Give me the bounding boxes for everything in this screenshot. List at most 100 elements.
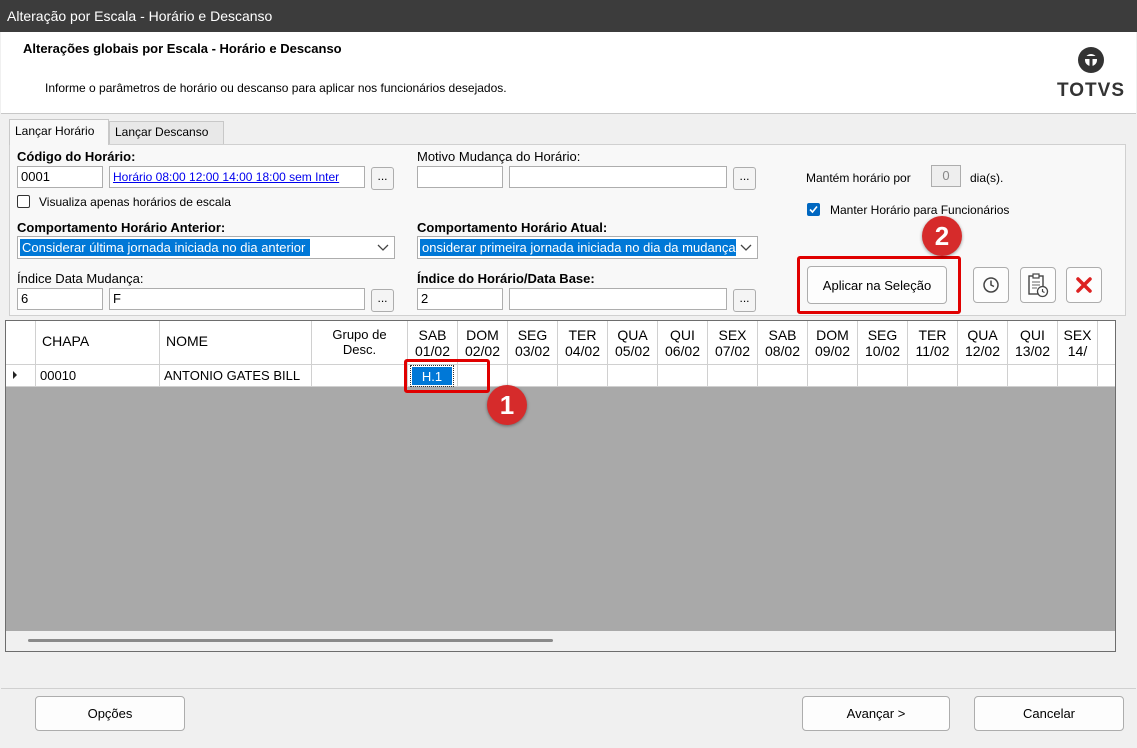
cell-day[interactable]: [708, 365, 758, 387]
footer-divider: [1, 688, 1136, 689]
manter-horario-checkbox[interactable]: [807, 203, 820, 216]
cell-nome[interactable]: ANTONIO GATES BILL: [160, 365, 312, 387]
opcoes-button[interactable]: Opções: [35, 696, 185, 731]
chevron-down-icon: [377, 244, 389, 251]
cell-day[interactable]: [858, 365, 908, 387]
close-icon: [1076, 277, 1092, 293]
chevron-down-icon: [740, 244, 752, 251]
window-title: Alteração por Escala - Horário e Descans…: [7, 8, 273, 24]
codigo-horario-label: Código do Horário:: [17, 149, 136, 164]
scrollbar-thumb[interactable]: [28, 639, 553, 642]
column-header-day-14[interactable]: QUA 12/02: [958, 321, 1008, 365]
indice-horario-input[interactable]: 2: [417, 288, 503, 310]
cancelar-button[interactable]: Cancelar: [974, 696, 1124, 731]
column-header-day-9[interactable]: SEX 07/02: [708, 321, 758, 365]
indice-data-desc-input[interactable]: F: [109, 288, 365, 310]
column-header-line1: SEX: [718, 327, 747, 343]
mantem-horario-days-input[interactable]: 0: [931, 165, 961, 187]
tab-label: Lançar Horário: [15, 124, 95, 138]
table-row[interactable]: 00010 ANTONIO GATES BILL H.1: [6, 365, 1115, 387]
column-header-label: NOME: [166, 333, 208, 349]
cell-day[interactable]: [508, 365, 558, 387]
cell-day[interactable]: [1008, 365, 1058, 387]
column-header-line1: TER: [918, 327, 947, 343]
cell-chapa[interactable]: 00010: [36, 365, 160, 387]
remove-button[interactable]: [1066, 267, 1102, 303]
column-header-day-16[interactable]: SEX 14/: [1058, 321, 1098, 365]
cell-day[interactable]: [658, 365, 708, 387]
column-header-line1: QUI: [670, 327, 695, 343]
tab-lancar-descanso[interactable]: Lançar Descanso: [109, 121, 224, 144]
cell-day[interactable]: [1058, 365, 1098, 387]
column-header-day-8[interactable]: QUI 06/02: [658, 321, 708, 365]
column-header-grupo-desc[interactable]: Grupo de Desc.: [312, 321, 408, 365]
column-header-day-15[interactable]: QUI 13/02: [1008, 321, 1058, 365]
history-button[interactable]: [973, 267, 1009, 303]
cell-day[interactable]: [958, 365, 1008, 387]
column-header-day-5[interactable]: SEG 03/02: [508, 321, 558, 365]
visualiza-escala-checkbox[interactable]: [17, 195, 30, 208]
column-header-line2: 03/02: [514, 343, 551, 359]
indice-data-lookup-button[interactable]: ...: [371, 289, 394, 312]
codigo-horario-description-link[interactable]: Horário 08:00 12:00 14:00 18:00 sem Inte…: [109, 166, 365, 188]
indice-horario-desc-input[interactable]: [509, 288, 727, 310]
comp-atual-selected: onsiderar primeira jornada iniciada no d…: [420, 239, 736, 256]
clipboard-clock-icon: [1028, 273, 1049, 298]
column-header-line2: 13/02: [1014, 343, 1051, 359]
tab-lancar-horario[interactable]: Lançar Horário: [9, 119, 109, 145]
column-header-line2: 08/02: [764, 343, 801, 359]
annotation-badge-2: 2: [922, 216, 962, 256]
avancar-label: Avançar >: [846, 706, 906, 721]
horizontal-scrollbar[interactable]: [6, 631, 1115, 651]
column-header-day-10[interactable]: SAB 08/02: [758, 321, 808, 365]
column-header-line2: 05/02: [614, 343, 651, 359]
cell-day[interactable]: [758, 365, 808, 387]
tab-label: Lançar Descanso: [115, 125, 209, 139]
cell-grupo-desc[interactable]: [312, 365, 408, 387]
column-header-day-7[interactable]: QUA 05/02: [608, 321, 658, 365]
cell-day[interactable]: [558, 365, 608, 387]
column-header-chapa[interactable]: CHAPA: [36, 321, 160, 365]
codigo-horario-input[interactable]: 0001: [17, 166, 103, 188]
comp-atual-select[interactable]: onsiderar primeira jornada iniciada no d…: [417, 236, 758, 259]
column-header-line2: 12/02: [964, 343, 1001, 359]
motivo-mudanca-desc-input[interactable]: [509, 166, 727, 188]
comp-anterior-select[interactable]: Considerar última jornada iniciada no di…: [17, 236, 395, 259]
column-header-day-6[interactable]: TER 04/02: [558, 321, 608, 365]
comp-anterior-selected: Considerar última jornada iniciada no di…: [20, 239, 310, 256]
schedule-clipboard-button[interactable]: [1020, 267, 1056, 303]
column-header-line1: QUA: [967, 327, 998, 343]
mantem-horario-unit: dia(s).: [970, 171, 1004, 185]
cell-day[interactable]: [608, 365, 658, 387]
column-header-day-11[interactable]: DOM 09/02: [808, 321, 858, 365]
column-header-day-13[interactable]: TER 11/02: [908, 321, 958, 365]
column-header-line2: 01/02: [414, 343, 451, 359]
cell-day[interactable]: [808, 365, 858, 387]
grid-header: CHAPA NOME Grupo de Desc. SAB 01/02 DOM 02/02 SE…: [6, 321, 1115, 365]
column-header-day-12[interactable]: SEG 10/02: [858, 321, 908, 365]
column-header-label: CHAPA: [42, 333, 90, 349]
indice-data-label: Índice Data Mudança:: [17, 271, 144, 286]
header-subtitle: Informe o parâmetros de horário ou desca…: [45, 81, 507, 95]
row-indicator[interactable]: [6, 365, 36, 387]
cell-day[interactable]: [908, 365, 958, 387]
column-header-line2: 11/02: [915, 343, 950, 359]
column-header-nome[interactable]: NOME: [160, 321, 312, 365]
highlight-box-2: [797, 256, 961, 314]
codigo-horario-lookup-button[interactable]: ...: [371, 167, 394, 190]
row-pointer-icon: [13, 371, 17, 379]
indice-data-input[interactable]: 6: [17, 288, 103, 310]
totvs-logo-icon: [1078, 47, 1104, 73]
column-header-line1: SEG: [867, 327, 898, 343]
column-header-line1: QUA: [617, 327, 648, 343]
mantem-horario-label: Mantém horário por: [806, 171, 911, 185]
window-titlebar: Alteração por Escala - Horário e Descans…: [0, 0, 1137, 32]
column-header-line2: 07/02: [714, 343, 751, 359]
employee-schedule-grid[interactable]: CHAPA NOME Grupo de Desc. SAB 01/02 DOM 02/02 SE…: [5, 320, 1116, 652]
indice-horario-lookup-button[interactable]: ...: [733, 289, 756, 312]
column-header-line2: 06/02: [664, 343, 701, 359]
motivo-mudanca-code-input[interactable]: [417, 166, 503, 188]
avancar-button[interactable]: Avançar >: [802, 696, 950, 731]
column-header-line1: SAB: [768, 327, 797, 343]
motivo-mudanca-lookup-button[interactable]: ...: [733, 167, 756, 190]
